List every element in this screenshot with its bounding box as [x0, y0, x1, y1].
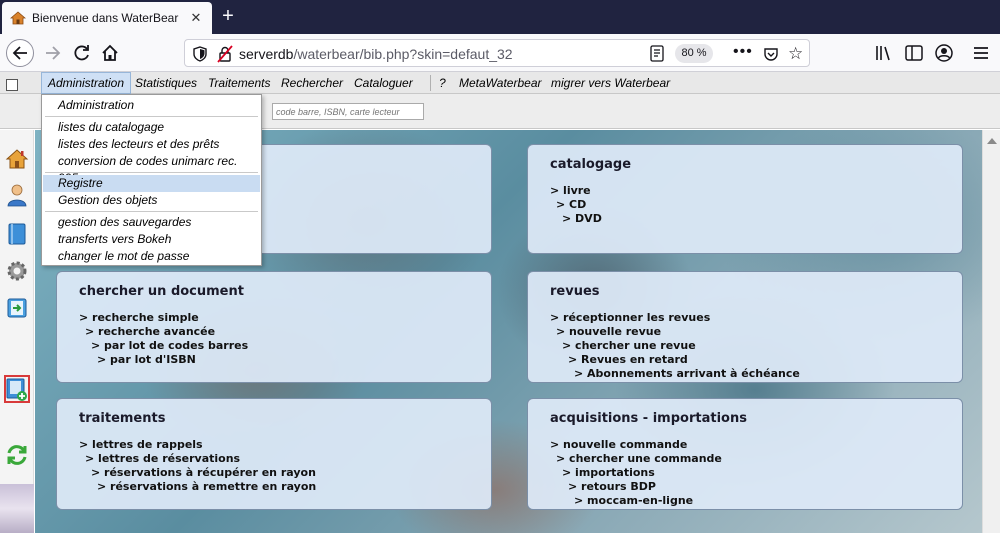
- zoom-level-badge[interactable]: 80 %: [675, 44, 713, 63]
- menu-item-registre[interactable]: Registre: [43, 175, 260, 192]
- arrow-left-icon: [12, 46, 27, 60]
- home-icon: [102, 44, 118, 61]
- tab-title: Bienvenue dans WaterBear: [32, 11, 179, 25]
- home-favicon-icon: [10, 11, 26, 25]
- link-dvd[interactable]: > DVD: [550, 212, 940, 226]
- book-icon[interactable]: [5, 222, 29, 246]
- menu-traitements[interactable]: Traitements: [202, 72, 276, 94]
- panel-acquisitions: acquisitions - importations > nouvelle c…: [527, 398, 963, 510]
- menu-item-changer-mot-de-passe[interactable]: changer le mot de passe: [43, 248, 260, 265]
- link-nouvelle-revue[interactable]: > nouvelle revue: [550, 325, 940, 339]
- menu-help[interactable]: ?: [433, 72, 452, 94]
- tab-close-icon[interactable]: ✕: [186, 8, 206, 28]
- menu-divider: [45, 116, 258, 117]
- link-retours-bdp[interactable]: > retours BDP: [550, 480, 940, 494]
- menu-item-administration[interactable]: Administration: [43, 97, 260, 114]
- menu-migrer[interactable]: migrer vers Waterbear: [545, 72, 676, 94]
- forward-button[interactable]: [38, 39, 66, 67]
- account-icon[interactable]: [934, 43, 954, 63]
- library-icon[interactable]: [874, 43, 894, 63]
- link-importations[interactable]: > importations: [550, 466, 940, 480]
- panel-revues: revues > réceptionner les revues > nouve…: [527, 271, 963, 383]
- panel-title: chercher un document: [79, 284, 244, 299]
- home-button[interactable]: [96, 39, 124, 67]
- scroll-up-arrow-icon[interactable]: [987, 138, 997, 144]
- new-record-button[interactable]: [4, 375, 30, 403]
- user-icon[interactable]: [5, 183, 29, 207]
- shield-icon[interactable]: [193, 46, 207, 62]
- browser-tab-bar: Bienvenue dans WaterBear ✕ +: [0, 0, 1000, 34]
- home-icon[interactable]: [5, 147, 29, 171]
- menu-statistiques[interactable]: Statistiques: [129, 72, 203, 94]
- panel-title: catalogage: [550, 157, 632, 172]
- menu-item-listes-lecteurs[interactable]: listes des lecteurs et des prêts: [43, 136, 260, 153]
- app-menu-bar: Administration Statistiques Traitements …: [0, 72, 1000, 94]
- hamburger-menu-icon[interactable]: [971, 43, 991, 63]
- link-recherche-avancee[interactable]: > recherche avancée: [79, 325, 469, 339]
- link-cd[interactable]: > CD: [550, 198, 940, 212]
- sync-icon[interactable]: [5, 443, 29, 467]
- menu-rechercher[interactable]: Rechercher: [275, 72, 349, 94]
- pocket-icon[interactable]: [763, 46, 779, 62]
- link-livre[interactable]: > livre: [550, 184, 940, 198]
- link-chercher-revue[interactable]: > chercher une revue: [550, 339, 940, 353]
- link-lot-codes-barres[interactable]: > par lot de codes barres: [79, 339, 469, 353]
- reload-icon: [74, 45, 89, 61]
- panel-chercher-document: chercher un document > recherche simple …: [56, 271, 492, 383]
- panel-traitements: traitements > lettres de rappels > lettr…: [56, 398, 492, 510]
- new-record-icon: [6, 378, 27, 401]
- menu-divider: [45, 211, 258, 212]
- link-lot-isbn[interactable]: > par lot d'ISBN: [79, 353, 469, 367]
- link-abonnements-echeance[interactable]: > Abonnements arrivant à échéance: [550, 367, 940, 381]
- bookmark-star-icon[interactable]: ☆: [788, 44, 803, 64]
- back-button[interactable]: [6, 39, 34, 67]
- menu-divider: [45, 172, 258, 173]
- barcode-search-input[interactable]: [272, 103, 424, 120]
- new-tab-button[interactable]: +: [216, 4, 240, 28]
- insecure-lock-icon[interactable]: [217, 45, 233, 63]
- menu-checkbox[interactable]: [6, 79, 18, 91]
- vertical-scrollbar[interactable]: [982, 130, 1000, 533]
- panel-title: traitements: [79, 411, 166, 426]
- import-icon[interactable]: [5, 296, 29, 320]
- browser-tab[interactable]: Bienvenue dans WaterBear ✕: [2, 2, 212, 34]
- menu-administration[interactable]: Administration: [41, 72, 132, 94]
- menu-item-sauvegardes[interactable]: gestion des sauvegardes: [43, 214, 260, 231]
- page-actions-more-icon[interactable]: •••: [733, 43, 753, 61]
- link-chercher-commande[interactable]: > chercher une commande: [550, 452, 940, 466]
- menu-separator: [430, 75, 431, 91]
- link-nouvelle-commande[interactable]: > nouvelle commande: [550, 438, 940, 452]
- decorative-image-strip: [0, 484, 34, 533]
- administration-dropdown-menu: Administration listes du catalogage list…: [41, 94, 262, 266]
- panel-title: acquisitions - importations: [550, 411, 747, 426]
- browser-nav-bar: serverdb/waterbear/bib.php?skin=defaut_3…: [0, 34, 1000, 72]
- link-recherche-simple[interactable]: > recherche simple: [79, 311, 469, 325]
- left-icon-strip: [0, 130, 34, 533]
- sidebar-icon[interactable]: [904, 43, 924, 63]
- link-receptionner-revues[interactable]: > réceptionner les revues: [550, 311, 940, 325]
- panel-catalogage: catalogage > livre > CD > DVD: [527, 144, 963, 254]
- menu-cataloguer[interactable]: Cataloguer: [348, 72, 419, 94]
- arrow-right-icon: [46, 46, 61, 60]
- gear-icon[interactable]: [5, 259, 29, 283]
- url-bar[interactable]: serverdb/waterbear/bib.php?skin=defaut_3…: [184, 39, 810, 67]
- url-host: serverdb: [239, 46, 294, 62]
- link-reservations-remettre[interactable]: > réservations à remettre en rayon: [79, 480, 469, 494]
- reader-view-icon[interactable]: [649, 45, 665, 62]
- panel-title: revues: [550, 284, 600, 299]
- menu-item-conversion-unimarc[interactable]: conversion de codes unimarc rec. 995: [43, 153, 260, 185]
- link-revues-retard[interactable]: > Revues en retard: [550, 353, 940, 367]
- link-reservations-recuperer[interactable]: > réservations à récupérer en rayon: [79, 466, 469, 480]
- link-moccam-en-ligne[interactable]: > moccam-en-ligne: [550, 494, 940, 508]
- menu-item-transferts-bokeh[interactable]: transferts vers Bokeh: [43, 231, 260, 248]
- menu-item-listes-catalogage[interactable]: listes du catalogage: [43, 119, 260, 136]
- link-lettres-reservations[interactable]: > lettres de réservations: [79, 452, 469, 466]
- link-lettres-rappels[interactable]: > lettres de rappels: [79, 438, 469, 452]
- reload-button[interactable]: [68, 39, 96, 67]
- url-text[interactable]: serverdb/waterbear/bib.php?skin=defaut_3…: [239, 46, 513, 62]
- url-path: /waterbear/bib.php?skin=defaut_32: [293, 46, 513, 62]
- menu-item-gestion-objets[interactable]: Gestion des objets: [43, 192, 260, 209]
- menu-metawaterbear[interactable]: MetaWaterbear: [453, 72, 547, 94]
